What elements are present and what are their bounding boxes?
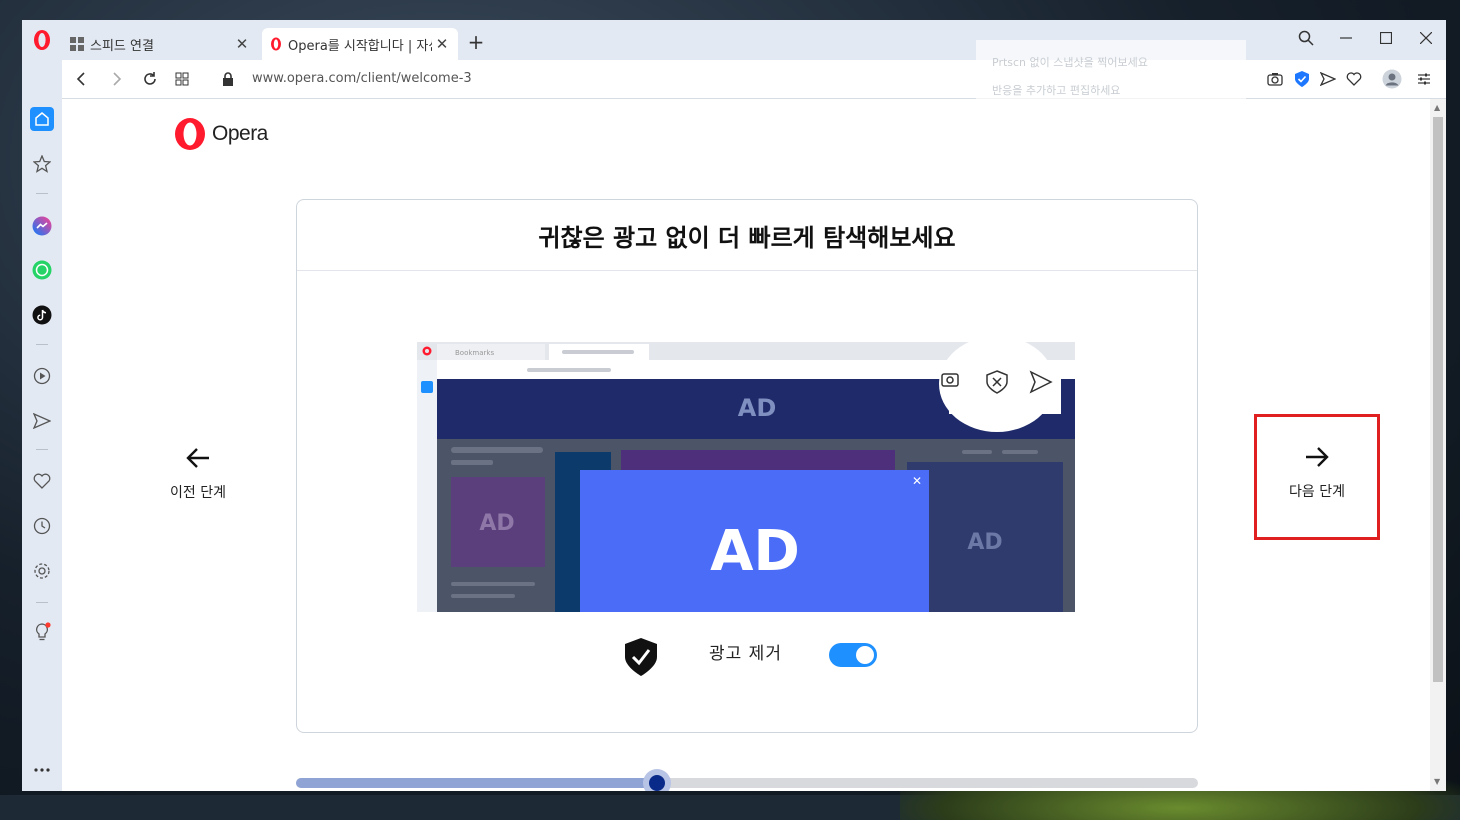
send-icon[interactable]: [30, 409, 54, 433]
adblock-toggle[interactable]: [829, 643, 877, 667]
arrow-right-icon: [1306, 447, 1329, 467]
address-bar[interactable]: www.opera.com/client/welcome-3: [252, 71, 472, 86]
ad-text: AD: [738, 394, 777, 422]
sidebar-divider: [36, 193, 48, 194]
tab-close-icon[interactable]: ✕: [232, 35, 252, 53]
tab-title: Opera를 시작합니다 | 자신: [288, 38, 432, 54]
adblock-toggle-row: 광고 제거: [297, 635, 1197, 679]
history-clock-icon[interactable]: [30, 514, 54, 538]
ad-text: AD: [710, 519, 800, 584]
opera-logo-text: Opera: [212, 122, 268, 145]
heart-icon[interactable]: [1342, 67, 1366, 91]
scroll-up-icon[interactable]: ▲: [1434, 103, 1440, 112]
toggle-knob: [856, 646, 874, 664]
easy-setup-icon[interactable]: [1412, 67, 1436, 91]
forward-icon[interactable]: [104, 67, 128, 91]
reload-icon[interactable]: [138, 67, 162, 91]
heart-icon[interactable]: [30, 469, 54, 493]
tab-close-icon[interactable]: ✕: [432, 35, 452, 53]
adblock-illustration: Bookmarks AD AD AD AD ✕: [417, 342, 1075, 612]
sidebar-divider: [36, 449, 48, 450]
settings-gear-icon[interactable]: [30, 559, 54, 583]
lock-icon[interactable]: [216, 67, 240, 91]
back-icon[interactable]: [70, 67, 94, 91]
tooltip-line: Prtscn 없이 스냅샷을 찍어보세요: [992, 56, 1148, 69]
snapshot-camera-icon[interactable]: [1263, 67, 1287, 91]
scroll-down-icon[interactable]: ▼: [1434, 777, 1440, 786]
bookmarks-star-icon[interactable]: [30, 152, 54, 176]
onboarding-progress-bar[interactable]: [296, 769, 1198, 791]
send-icon[interactable]: [1316, 67, 1340, 91]
more-options-icon[interactable]: [30, 758, 54, 782]
ad-text: AD: [479, 511, 514, 536]
tab-title: 스피드 연결: [90, 38, 154, 54]
messenger-icon[interactable]: [30, 214, 54, 238]
maximize-button[interactable]: [1368, 26, 1404, 50]
arrow-left-icon: [186, 448, 209, 468]
new-tab-button[interactable]: +: [464, 30, 488, 54]
profile-avatar-icon[interactable]: [1380, 67, 1404, 91]
shield-check-icon: [625, 638, 657, 676]
tiktok-icon[interactable]: [30, 303, 54, 327]
tab-opera-welcome[interactable]: Opera를 시작합니다 | 자신 ✕: [262, 28, 458, 60]
page-scrollbar[interactable]: ▲ ▼: [1430, 99, 1446, 791]
previous-step-label: 이전 단계: [170, 485, 226, 501]
feature-card: 귀찮은 광고 없이 더 빠르게 탐색해보세요 Bookmarks AD AD A…: [296, 199, 1198, 733]
illustration-tab-label: Bookmarks: [455, 349, 494, 357]
browser-window: 스피드 연결 ✕ Opera를 시작합니다 | 자신 ✕ + www.opera…: [22, 20, 1446, 791]
sidebar-divider: [36, 602, 48, 603]
speed-dial-icon: [70, 37, 84, 51]
scrollbar-thumb[interactable]: [1433, 117, 1443, 682]
progress-fill: [296, 778, 657, 788]
next-step-button[interactable]: 다음 단계: [1254, 414, 1380, 540]
whatsapp-icon[interactable]: [30, 258, 54, 282]
opera-logo-icon: [175, 118, 205, 150]
opera-logo-icon: [34, 30, 50, 50]
ad-text: AD: [967, 530, 1002, 555]
close-window-button[interactable]: [1408, 26, 1444, 50]
sidebar: [22, 60, 62, 791]
home-icon[interactable]: [30, 107, 54, 131]
welcome-page: Opera 이전 단계 귀찮은 광고 없이 더 빠르게 탐색해보세요 Bookm…: [62, 99, 1430, 791]
card-title: 귀찮은 광고 없이 더 빠르게 탐색해보세요: [297, 200, 1197, 271]
tab-speed-dial[interactable]: 스피드 연결 ✕: [62, 28, 258, 60]
progress-knob[interactable]: [643, 769, 671, 791]
previous-step-button[interactable]: 이전 단계: [148, 444, 248, 502]
tab-search-icon[interactable]: [1288, 26, 1324, 50]
opera-menu-button[interactable]: [30, 28, 54, 52]
next-step-label: 다음 단계: [1289, 484, 1345, 500]
adblock-shield-icon[interactable]: [1290, 67, 1314, 91]
opera-logo: Opera: [174, 117, 268, 151]
adblock-toggle-label: 광고 제거: [709, 644, 782, 664]
opera-logo-icon: [270, 37, 282, 51]
player-icon[interactable]: [30, 364, 54, 388]
sidebar-divider: [36, 344, 48, 345]
speed-dial-icon[interactable]: [170, 67, 194, 91]
svg-text:✕: ✕: [912, 474, 922, 488]
minimize-button[interactable]: [1328, 26, 1364, 50]
tooltip-line: 반응을 추가하고 편집하세요: [992, 84, 1121, 97]
tips-lightbulb-icon[interactable]: [30, 620, 54, 644]
